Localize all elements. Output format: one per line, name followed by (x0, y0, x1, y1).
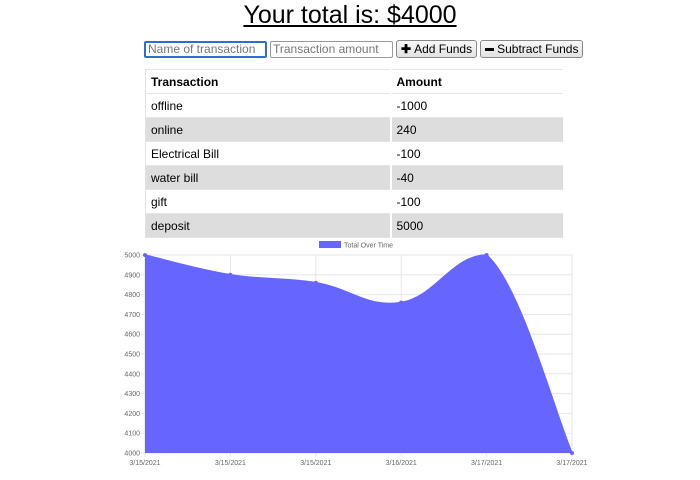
data-point (399, 300, 404, 305)
transaction-amount-cell: 5000 (390, 213, 565, 238)
data-point (313, 280, 318, 285)
transaction-name-cell: online (145, 117, 392, 142)
transaction-amount-cell: -100 (390, 141, 565, 166)
table-row: gift -100 (145, 189, 565, 214)
transaction-name-cell: offline (145, 93, 392, 118)
table-row: offline -1000 (145, 93, 565, 118)
table-row: deposit 5000 (145, 213, 565, 238)
transaction-amount-cell: -40 (390, 165, 565, 190)
minus-icon (485, 47, 495, 51)
x-tick-label: 3/17/2021 (471, 460, 502, 467)
y-tick-label: 4100 (124, 431, 140, 438)
y-tick-label: 4700 (124, 312, 140, 319)
transaction-amount-cell: 240 (390, 117, 565, 142)
transaction-name-cell: gift (145, 189, 392, 214)
data-point (570, 451, 574, 455)
y-tick-label: 4500 (124, 352, 140, 359)
legend-label: Total Over Time (344, 243, 393, 250)
column-header-amount: Amount (390, 69, 565, 94)
transaction-name-cell: deposit (145, 213, 392, 238)
transaction-amount-input[interactable] (270, 40, 393, 58)
transactions-table: Transaction Amount offline -1000 online … (145, 69, 565, 238)
y-tick-label: 4600 (124, 332, 140, 339)
y-tick-label: 4200 (124, 411, 140, 418)
x-tick-label: 3/15/2021 (215, 460, 246, 467)
table-row: water bill -40 (145, 165, 565, 190)
plus-icon: ✚ (401, 42, 412, 56)
transaction-amount-cell: -100 (390, 189, 565, 214)
legend-swatch (319, 241, 341, 248)
add-funds-label: Add Funds (414, 42, 473, 56)
y-tick-label: 4900 (124, 272, 140, 279)
x-tick-label: 3/17/2021 (556, 460, 587, 467)
transaction-amount-cell: -1000 (390, 93, 565, 118)
subtract-funds-label: Subtract Funds (497, 42, 579, 56)
x-tick-label: 3/15/2021 (300, 460, 331, 467)
transaction-name-cell: Electrical Bill (145, 141, 392, 166)
y-tick-label: 4400 (124, 371, 140, 378)
y-tick-label: 4000 (124, 451, 140, 458)
add-funds-button[interactable]: ✚ Add Funds (396, 40, 478, 58)
total-over-time-chart: 5000 4900 4800 4700 4600 4500 4400 4300 4200 4100… (124, 241, 588, 467)
subtract-funds-button[interactable]: Subtract Funds (480, 40, 584, 58)
y-tick-label: 4300 (124, 391, 140, 398)
transaction-name-input[interactable] (144, 40, 267, 58)
x-tick-label: 3/16/2021 (386, 460, 417, 467)
transaction-form: ✚ Add Funds Subtract Funds (144, 40, 584, 58)
y-tick-label: 5000 (124, 253, 140, 260)
data-point (228, 272, 233, 277)
table-header-row: Transaction Amount (145, 69, 565, 94)
table-row: online 240 (145, 117, 565, 142)
column-header-transaction: Transaction (145, 69, 392, 94)
transaction-name-cell: water bill (145, 165, 392, 190)
x-tick-label: 3/15/2021 (129, 460, 160, 467)
data-point (484, 253, 489, 257)
data-point (143, 253, 147, 257)
y-tick-label: 4800 (124, 292, 140, 299)
page-title: Your total is: $4000 (243, 1, 457, 29)
table-row: Electrical Bill -100 (145, 141, 565, 166)
